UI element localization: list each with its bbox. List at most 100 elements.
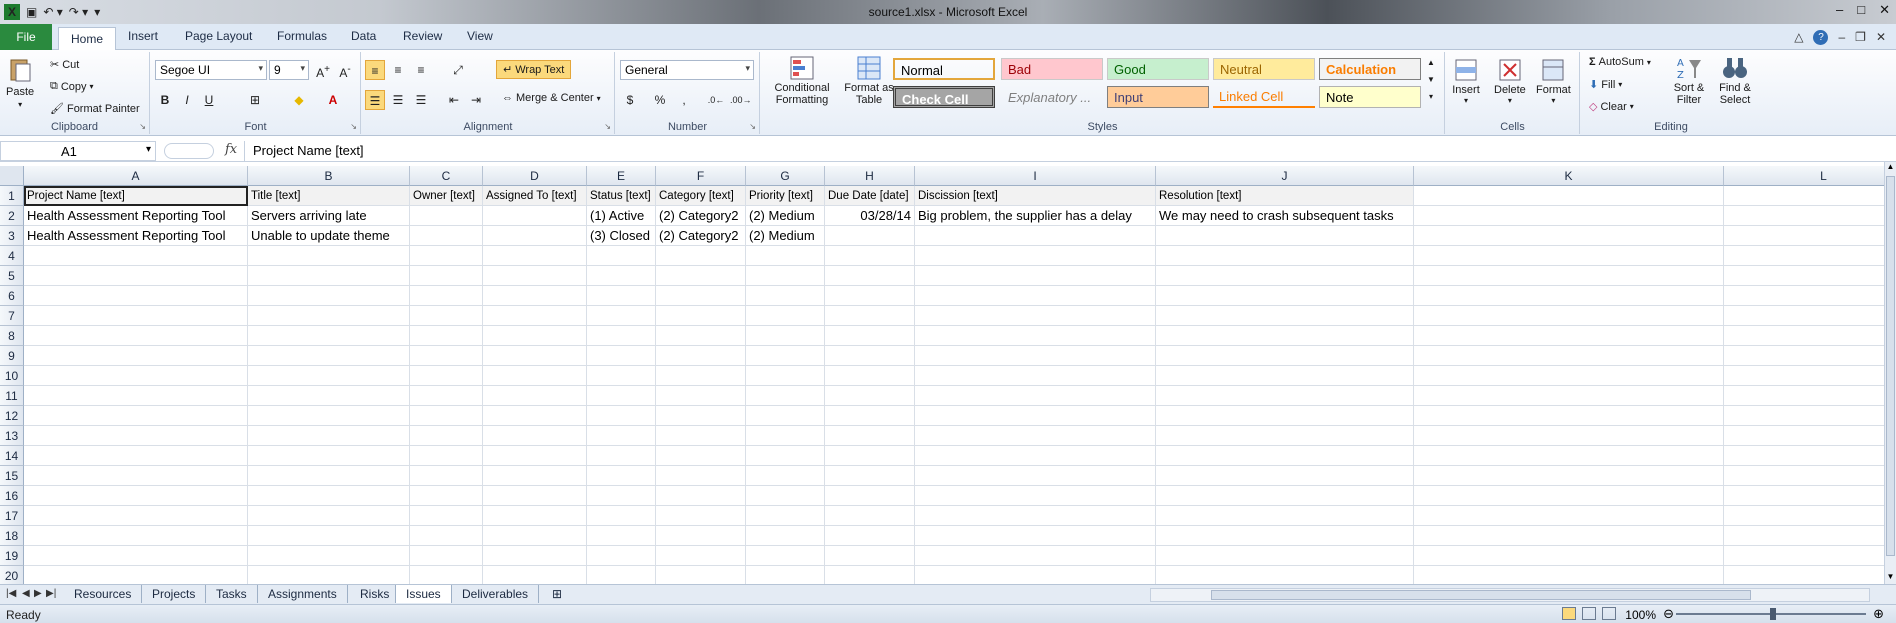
empty-cell[interactable] bbox=[915, 466, 1156, 486]
empty-cell[interactable] bbox=[587, 486, 656, 506]
header-cell[interactable]: Resolution [text] bbox=[1156, 186, 1414, 206]
insert-cells-button[interactable]: Insert ▾ bbox=[1452, 56, 1480, 105]
empty-cell[interactable] bbox=[746, 446, 825, 466]
empty-cell[interactable] bbox=[915, 366, 1156, 386]
sheet-tab-projects[interactable]: Projects bbox=[142, 585, 207, 603]
empty-cell[interactable] bbox=[410, 546, 483, 566]
empty-cell[interactable] bbox=[248, 426, 410, 446]
empty-cell[interactable] bbox=[656, 406, 746, 426]
empty-cell[interactable] bbox=[483, 406, 587, 426]
table-cell[interactable] bbox=[483, 206, 587, 226]
sort-filter-button[interactable]: AZ Sort & Filter bbox=[1669, 54, 1709, 106]
empty-cell[interactable] bbox=[410, 286, 483, 306]
empty-cell[interactable] bbox=[1156, 466, 1414, 486]
row-header[interactable]: 14 bbox=[0, 446, 24, 466]
empty-cell[interactable] bbox=[483, 486, 587, 506]
empty-cell[interactable] bbox=[746, 386, 825, 406]
borders-icon[interactable]: ⊞ bbox=[245, 90, 265, 110]
empty-cell[interactable] bbox=[915, 306, 1156, 326]
column-header[interactable]: D bbox=[483, 166, 587, 186]
empty-cell[interactable] bbox=[410, 326, 483, 346]
table-cell[interactable]: (3) Closed bbox=[587, 226, 656, 246]
empty-cell[interactable] bbox=[24, 266, 248, 286]
style-calculation[interactable]: Calculation bbox=[1319, 58, 1421, 80]
empty-cell[interactable] bbox=[483, 246, 587, 266]
empty-cell[interactable] bbox=[1414, 286, 1724, 306]
column-header[interactable]: C bbox=[410, 166, 483, 186]
decrease-indent-icon[interactable]: ⇤ bbox=[444, 90, 464, 110]
tab-file[interactable]: File bbox=[0, 24, 52, 50]
empty-cell[interactable] bbox=[825, 506, 915, 526]
page-break-view-icon[interactable] bbox=[1602, 607, 1616, 620]
empty-cell[interactable] bbox=[410, 346, 483, 366]
empty-cell[interactable] bbox=[24, 286, 248, 306]
empty-cell[interactable] bbox=[1414, 566, 1724, 584]
empty-cell[interactable] bbox=[483, 366, 587, 386]
font-color-icon[interactable]: A bbox=[323, 90, 343, 110]
paste-button[interactable]: Paste ▾ bbox=[6, 56, 34, 109]
empty-cell[interactable] bbox=[248, 486, 410, 506]
empty-cell[interactable] bbox=[1414, 406, 1724, 426]
empty-cell[interactable] bbox=[825, 266, 915, 286]
italic-button[interactable]: I bbox=[177, 90, 197, 110]
empty-cell[interactable] bbox=[24, 446, 248, 466]
empty-cell[interactable] bbox=[24, 306, 248, 326]
font-name-combo[interactable]: Segoe UI bbox=[155, 60, 267, 80]
empty-cell[interactable] bbox=[587, 286, 656, 306]
empty-cell[interactable] bbox=[1156, 346, 1414, 366]
sheet-tab-assignments[interactable]: Assignments bbox=[258, 585, 348, 603]
column-header[interactable]: K bbox=[1414, 166, 1724, 186]
empty-cell[interactable] bbox=[410, 566, 483, 584]
selected-cell[interactable]: Project Name [text] bbox=[24, 186, 248, 206]
empty-cell[interactable] bbox=[825, 546, 915, 566]
table-cell[interactable]: Servers arriving late bbox=[248, 206, 410, 226]
column-header[interactable]: B bbox=[248, 166, 410, 186]
empty-cell[interactable] bbox=[746, 546, 825, 566]
empty-cell[interactable] bbox=[746, 286, 825, 306]
empty-cell[interactable] bbox=[825, 466, 915, 486]
zoom-out-icon[interactable]: ⊖ bbox=[1663, 606, 1674, 622]
empty-cell[interactable] bbox=[1156, 526, 1414, 546]
empty-cell[interactable] bbox=[1724, 466, 1884, 486]
empty-cell[interactable] bbox=[1724, 506, 1884, 526]
select-all-corner[interactable] bbox=[0, 166, 24, 186]
empty-cell[interactable] bbox=[248, 326, 410, 346]
empty-cell[interactable] bbox=[1724, 266, 1884, 286]
empty-cell[interactable] bbox=[1724, 486, 1884, 506]
empty-cell[interactable] bbox=[825, 326, 915, 346]
style-good[interactable]: Good bbox=[1107, 58, 1209, 80]
empty-cell[interactable] bbox=[587, 566, 656, 584]
empty-cell[interactable] bbox=[656, 566, 746, 584]
copy-button[interactable]: ⧉ Copy ▾ bbox=[50, 80, 94, 93]
empty-cell[interactable] bbox=[915, 426, 1156, 446]
empty-cell[interactable] bbox=[587, 366, 656, 386]
row-header[interactable]: 3 bbox=[0, 226, 24, 246]
empty-cell[interactable] bbox=[410, 406, 483, 426]
wrap-text-button[interactable]: ↵ Wrap Text bbox=[496, 60, 572, 79]
scroll-down-icon[interactable]: ▼ bbox=[1885, 572, 1896, 584]
header-cell[interactable]: Priority [text] bbox=[746, 186, 825, 206]
number-launcher-icon[interactable]: ↘ bbox=[749, 122, 756, 131]
empty-cell[interactable] bbox=[656, 526, 746, 546]
align-left-icon[interactable]: ☰ bbox=[365, 90, 385, 110]
empty-cell[interactable] bbox=[24, 326, 248, 346]
empty-cell[interactable] bbox=[24, 246, 248, 266]
first-sheet-icon[interactable]: |◀ bbox=[6, 588, 16, 599]
align-center-icon[interactable]: ☰ bbox=[388, 90, 408, 110]
sheet-tab-resources[interactable]: Resources bbox=[64, 585, 143, 603]
empty-cell[interactable] bbox=[746, 466, 825, 486]
table-cell[interactable]: We may need to crash subsequent tasks bbox=[1156, 206, 1414, 226]
table-cell[interactable]: (2) Medium bbox=[746, 226, 825, 246]
empty-cell[interactable] bbox=[1156, 386, 1414, 406]
empty-cell[interactable] bbox=[248, 306, 410, 326]
empty-cell[interactable] bbox=[1414, 526, 1724, 546]
table-cell[interactable] bbox=[483, 226, 587, 246]
empty-cell[interactable] bbox=[24, 486, 248, 506]
header-cell[interactable]: Title [text] bbox=[248, 186, 410, 206]
empty-cell[interactable] bbox=[1156, 326, 1414, 346]
sheet-tab-tasks[interactable]: Tasks bbox=[206, 585, 258, 603]
empty-cell[interactable] bbox=[656, 366, 746, 386]
empty-cell[interactable] bbox=[483, 566, 587, 584]
empty-cell[interactable] bbox=[1156, 486, 1414, 506]
empty-cell[interactable] bbox=[587, 406, 656, 426]
